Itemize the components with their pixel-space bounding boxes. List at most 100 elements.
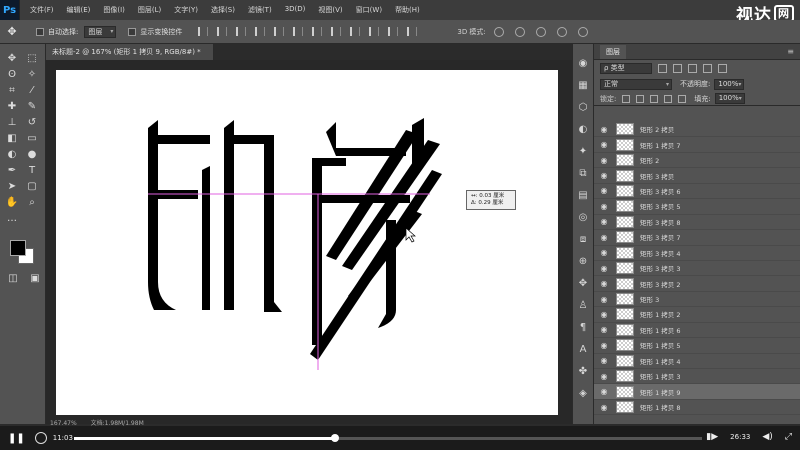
align-right-icon[interactable]	[293, 27, 304, 36]
panel-menu-icon[interactable]: ≡	[787, 47, 794, 56]
visibility-eye-icon[interactable]: ◉	[594, 372, 614, 381]
eyedropper-icon[interactable]: ⁄	[24, 84, 40, 98]
paths-panel-icon[interactable]: ⧈	[577, 233, 589, 247]
layer-row[interactable]: ◉ 矩形 1 拷贝 2	[594, 307, 800, 323]
progress-handle[interactable]	[331, 434, 339, 442]
layers-tab[interactable]: 图层	[600, 44, 626, 59]
visibility-eye-icon[interactable]: ◉	[594, 279, 614, 288]
layer-row[interactable]: ◉ 矩形 3 拷贝 8	[594, 215, 800, 231]
align-left-icon[interactable]	[255, 27, 266, 36]
rectangle-icon[interactable]: ▢	[24, 180, 40, 194]
menu-item[interactable]: 帮助(H)	[395, 5, 420, 15]
history-brush-icon[interactable]: ↺	[24, 116, 40, 130]
visibility-eye-icon[interactable]: ◉	[594, 202, 614, 211]
lock-transparency-icon[interactable]	[622, 94, 631, 103]
layer-row[interactable]: ◉ 矩形 3 拷贝 7	[594, 230, 800, 246]
layer-row[interactable]: ◉ 矩形 1 拷贝 8	[594, 400, 800, 416]
menu-item[interactable]: 文字(Y)	[174, 5, 198, 15]
filter-shape-icon[interactable]	[703, 63, 712, 73]
distribute-top-icon[interactable]	[312, 27, 323, 36]
layer-row[interactable]: ◉ 矩形 3 拷贝 6	[594, 184, 800, 200]
volume-icon[interactable]: ◀)	[762, 432, 772, 442]
document-tab[interactable]: 未标题-2 @ 167% (矩形 1 拷贝 9, RGB/8#) *	[46, 44, 214, 60]
lock-artboard-icon[interactable]	[664, 94, 673, 103]
layer-row[interactable]: ◉ 矩形 1 拷贝 3	[594, 369, 800, 385]
eraser-icon[interactable]: ◧	[4, 132, 20, 146]
visibility-eye-icon[interactable]: ◉	[594, 217, 614, 226]
visibility-eye-icon[interactable]: ◉	[594, 356, 614, 365]
distribute-bottom-icon[interactable]	[350, 27, 361, 36]
actions-panel-icon[interactable]: ⊕	[577, 255, 589, 269]
menu-item[interactable]: 图像(I)	[103, 5, 125, 15]
brushes-panel-icon[interactable]: ✥	[577, 277, 589, 291]
layer-row[interactable]: ◉ 矩形 1 拷贝 6	[594, 323, 800, 339]
menu-item[interactable]: 窗口(W)	[356, 5, 382, 15]
clone-source-panel-icon[interactable]: ♙	[577, 299, 589, 313]
layer-row[interactable]: ◉ 矩形 1 拷贝 9	[594, 384, 800, 400]
distribute-right-icon[interactable]	[407, 27, 418, 36]
progress-track[interactable]	[74, 434, 702, 442]
adjustments-panel-icon[interactable]: ◐	[577, 123, 589, 137]
layer-row[interactable]: ◉ 矩形 2	[594, 153, 800, 169]
magic-wand-icon[interactable]: ✧	[24, 68, 40, 82]
libraries-panel-icon[interactable]: ⬡	[577, 101, 589, 115]
color-swatches[interactable]	[10, 240, 36, 266]
character-panel-icon[interactable]: A	[577, 343, 589, 357]
visibility-eye-icon[interactable]: ◉	[594, 341, 614, 350]
menu-item[interactable]: 选择(S)	[211, 5, 235, 15]
menu-item[interactable]: 3D(D)	[285, 5, 306, 15]
layer-row[interactable]: ◉ 矩形 2 拷贝	[594, 122, 800, 138]
menu-item[interactable]: 滤镜(T)	[248, 5, 272, 15]
layer-row[interactable]: ◉ 矩形 3 拷贝 2	[594, 276, 800, 292]
visibility-eye-icon[interactable]: ◉	[594, 156, 614, 165]
filter-type-icon[interactable]	[688, 63, 697, 73]
visibility-eye-icon[interactable]: ◉	[594, 264, 614, 273]
glyphs-panel-icon[interactable]: ◈	[577, 387, 589, 401]
visibility-eye-icon[interactable]: ◉	[594, 125, 614, 134]
visibility-eye-icon[interactable]: ◉	[594, 248, 614, 257]
visibility-eye-icon[interactable]: ◉	[594, 387, 614, 396]
blend-mode-dropdown[interactable]: 正常	[600, 78, 672, 90]
layer-filter-kind[interactable]: ρ 类型	[600, 62, 652, 74]
roll-3d-icon[interactable]	[514, 26, 525, 37]
visibility-eye-icon[interactable]: ◉	[594, 140, 614, 149]
brush-icon[interactable]: ✎	[24, 100, 40, 114]
tool-presets-panel-icon[interactable]: ¶	[577, 321, 589, 335]
move-icon[interactable]: ✥	[4, 52, 20, 66]
layer-row[interactable]: ◉ 矩形 3	[594, 292, 800, 308]
visibility-eye-icon[interactable]: ◉	[594, 171, 614, 180]
lock-all-icon[interactable]	[678, 94, 687, 103]
show-transform-checkbox[interactable]	[128, 27, 137, 36]
gradient-icon[interactable]: ▭	[24, 132, 40, 146]
filter-adjustment-icon[interactable]	[673, 63, 682, 73]
healing-brush-icon[interactable]: ✚	[4, 100, 20, 114]
visibility-eye-icon[interactable]: ◉	[594, 233, 614, 242]
clone-stamp-icon[interactable]: ⊥	[4, 116, 20, 130]
layer-row[interactable]: ◉ 矩形 3 拷贝 4	[594, 246, 800, 261]
zoom-icon[interactable]: ⌕	[24, 196, 40, 210]
filter-smart-object-icon[interactable]	[718, 63, 727, 73]
menu-item[interactable]: 图层(L)	[138, 5, 161, 15]
layer-row[interactable]: ◉ 矩形 1 拷贝 7	[594, 137, 800, 153]
visibility-eye-icon[interactable]: ◉	[594, 325, 614, 334]
type-icon[interactable]: T	[24, 164, 40, 178]
opacity-input[interactable]: 100%	[714, 78, 745, 90]
pause-icon[interactable]: ❚❚	[8, 433, 25, 444]
next-icon[interactable]: ▮▶	[706, 432, 718, 442]
lock-position-icon[interactable]	[650, 94, 659, 103]
pan-3d-icon[interactable]	[535, 26, 546, 37]
auto-select-dropdown[interactable]: 图层	[84, 25, 117, 38]
visibility-eye-icon[interactable]: ◉	[594, 403, 614, 412]
layer-row[interactable]: ◉ 矩形 1 拷贝 4	[594, 354, 800, 369]
fill-input[interactable]: 100%	[714, 93, 745, 104]
pen-icon[interactable]: ✒	[4, 164, 20, 178]
scale-3d-icon[interactable]	[577, 26, 588, 37]
visibility-eye-icon[interactable]: ◉	[594, 186, 614, 195]
foreground-color-swatch[interactable]	[10, 240, 26, 256]
menu-item[interactable]: 文件(F)	[30, 5, 54, 15]
visibility-eye-icon[interactable]: ◉	[594, 310, 614, 319]
distribute-center-icon[interactable]	[388, 27, 399, 36]
move-tool-icon[interactable]: ✥	[0, 25, 24, 38]
dodge-icon[interactable]: ●	[24, 148, 40, 162]
align-top-icon[interactable]	[198, 27, 209, 36]
